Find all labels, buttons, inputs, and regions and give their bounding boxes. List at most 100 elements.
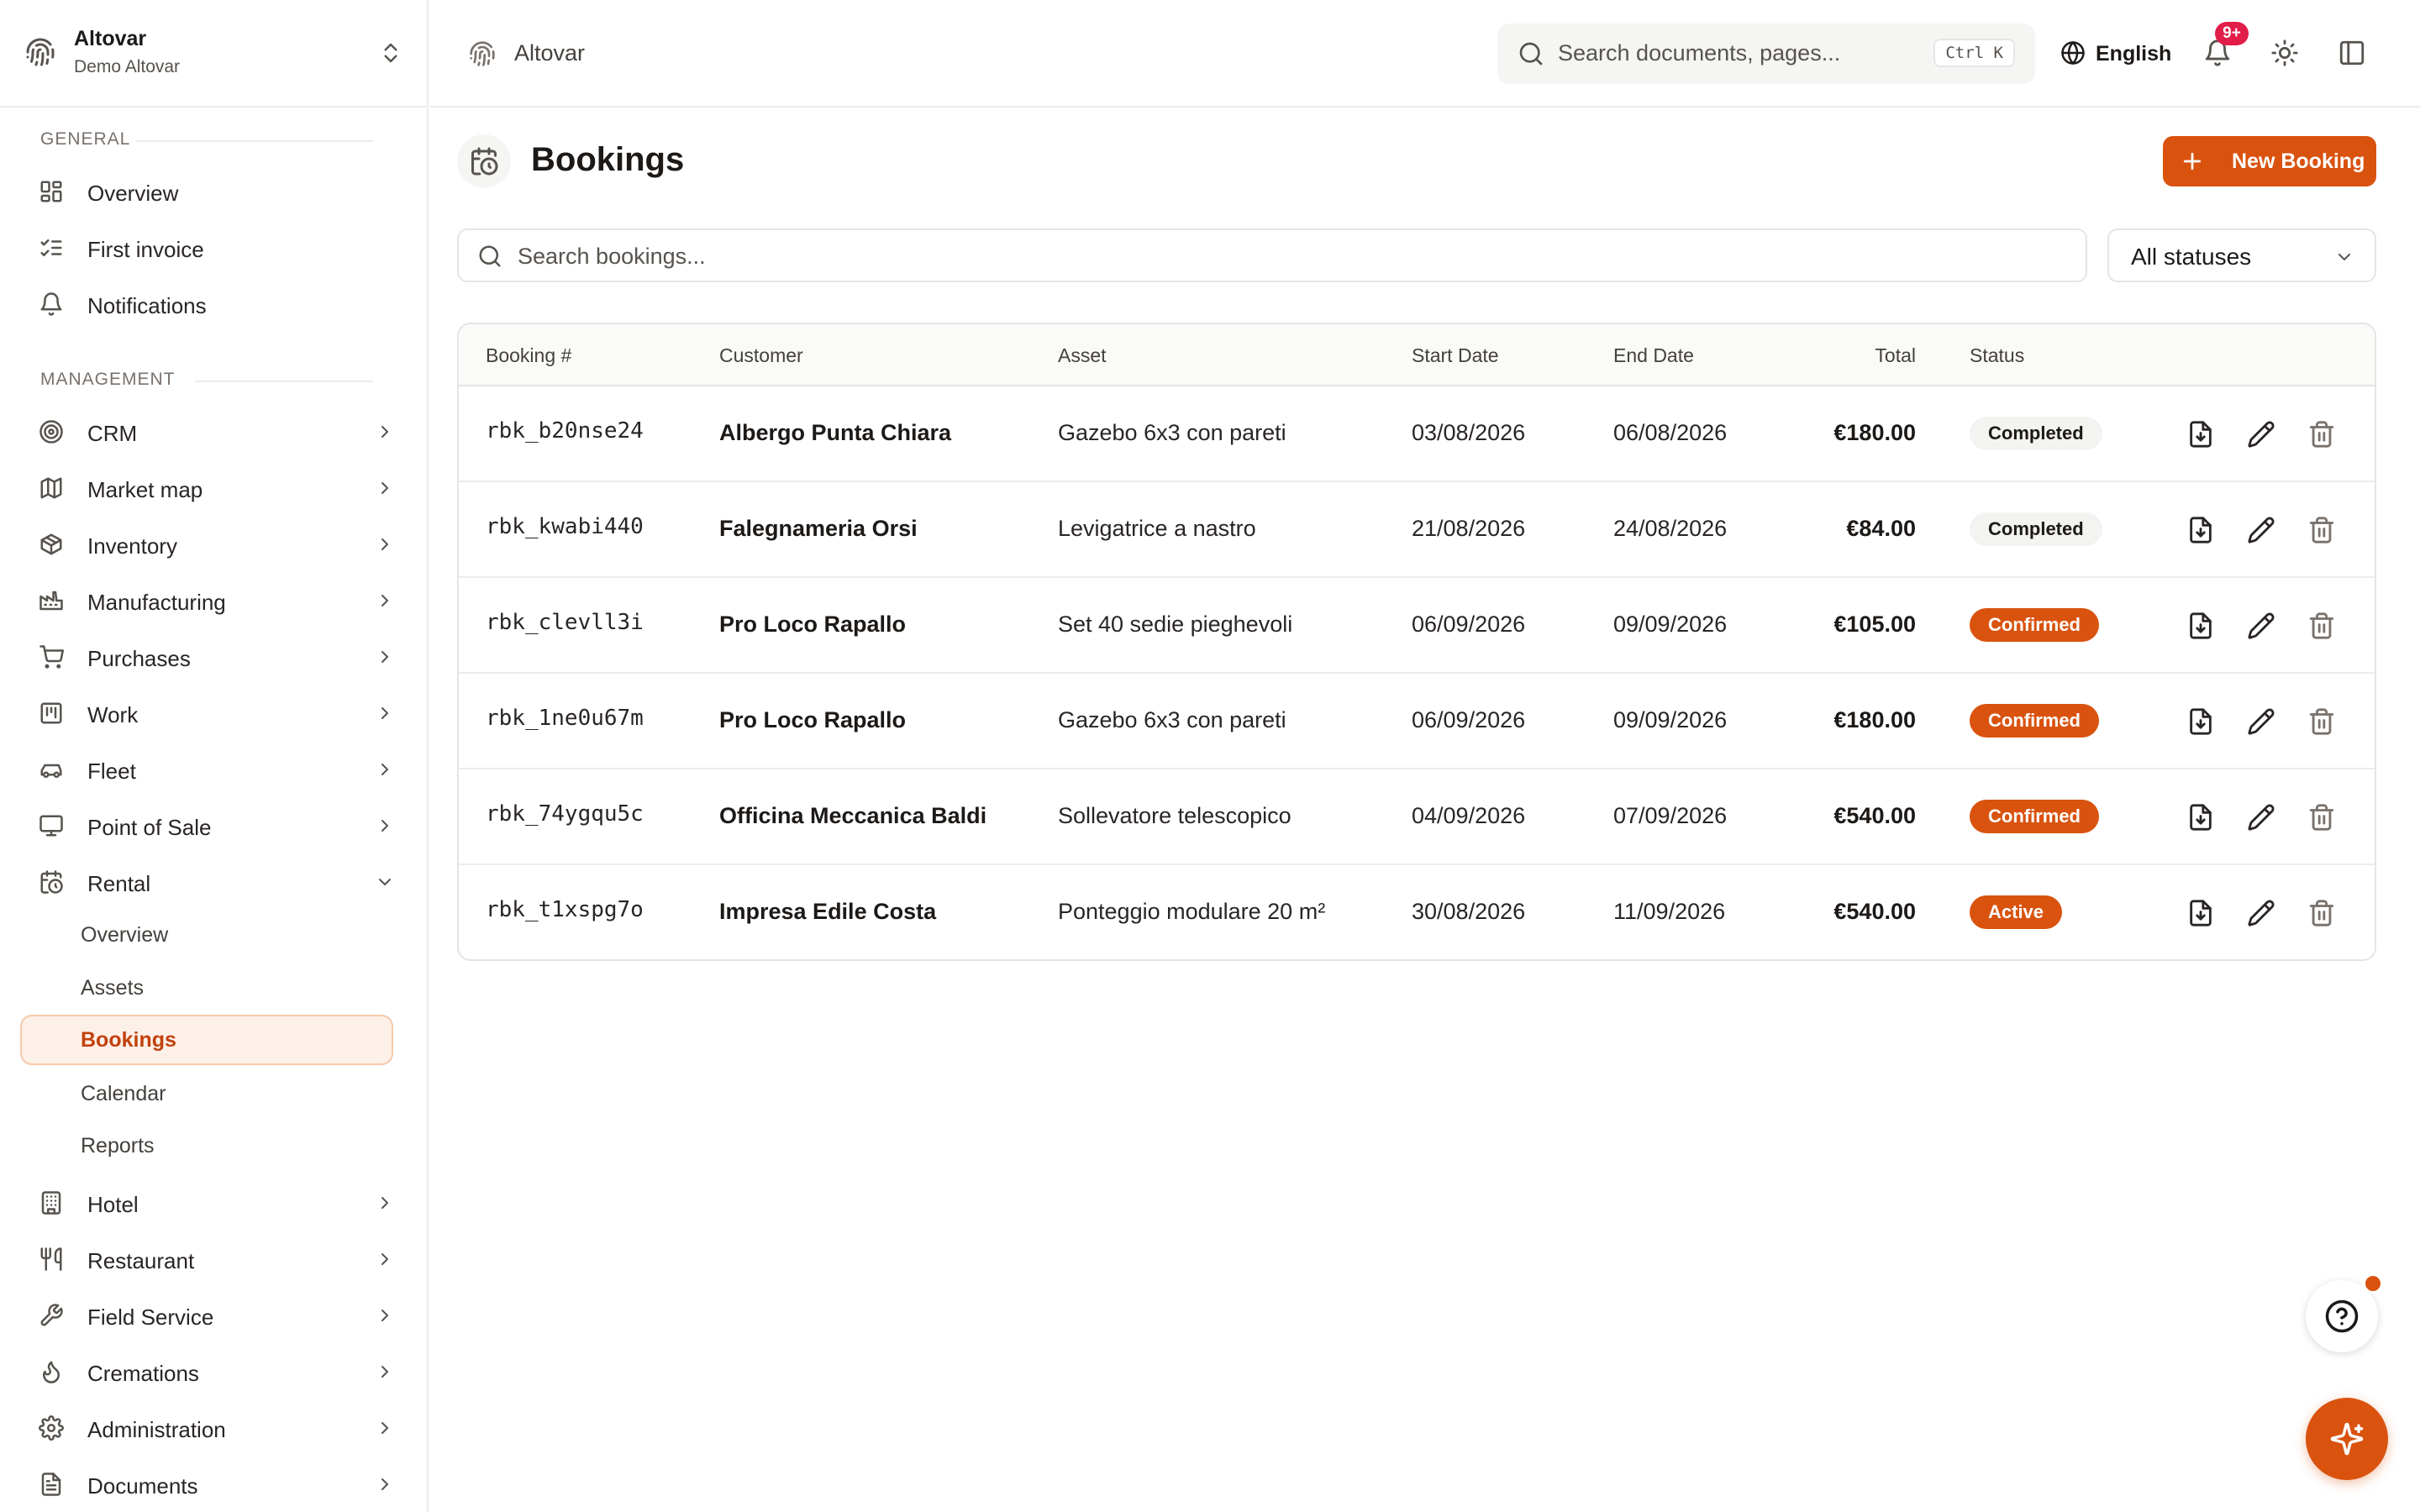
sidebar-subitem-overview[interactable]: Overview <box>20 910 393 960</box>
booking-id[interactable]: rbk_b20nse24 <box>486 418 644 444</box>
edit-button[interactable] <box>2247 516 2275 544</box>
download-document-icon <box>2190 804 2212 831</box>
edit-button[interactable] <box>2247 420 2275 449</box>
global-search-placeholder: Search documents, pages... <box>1558 40 1841 66</box>
sidebar-item-notifications[interactable]: Notifications <box>20 279 413 329</box>
sidebar-item-overview[interactable]: Overview <box>20 166 413 217</box>
sidebar-subitem-label: Calendar <box>81 1082 166 1105</box>
sidebar-item-first-invoice[interactable]: First invoice <box>20 223 413 273</box>
delete-button[interactable] <box>2307 899 2336 927</box>
table-row[interactable]: rbk_t1xspg7o Impresa Edile Costa Ponteggio… <box>459 865 2375 959</box>
delete-button[interactable] <box>2307 420 2336 449</box>
sidebar-item-label: Manufacturing <box>87 590 226 615</box>
download-button[interactable] <box>2186 420 2215 449</box>
sidebar-item-cremations[interactable]: Cremations <box>20 1347 413 1397</box>
sidebar-item-field-service[interactable]: Field Service <box>20 1290 413 1341</box>
chevron-right-icon <box>381 1422 388 1434</box>
search-icon <box>479 245 501 267</box>
header-customer[interactable]: Customer <box>719 344 803 367</box>
asset-name: Gazebo 6x3 con pareti <box>1058 420 1286 445</box>
pencil-icon <box>2248 517 2275 543</box>
sun-icon[interactable] <box>2270 39 2299 67</box>
pencil-icon <box>2248 421 2275 448</box>
calendar-clock-icon <box>40 870 63 894</box>
bookings-search[interactable] <box>457 228 2087 282</box>
checklist-icon <box>40 239 62 256</box>
header-total[interactable]: Total <box>1870 344 1916 367</box>
edit-button[interactable] <box>2247 612 2275 640</box>
kanban-icon <box>40 702 62 724</box>
sidebar-subitem-reports[interactable]: Reports <box>20 1121 393 1171</box>
booking-id[interactable]: rbk_kwabi440 <box>486 514 644 539</box>
table-row[interactable]: rbk_kwabi440 Falegnameria Orsi Levigatrice… <box>459 482 2375 578</box>
sidebar-item-inventory[interactable]: Inventory <box>20 519 413 570</box>
panel-toggle-icon[interactable] <box>2338 39 2366 67</box>
sidebar-item-work[interactable]: Work <box>20 688 413 738</box>
search-shortcut: Ctrl K <box>1933 39 2015 67</box>
page-title: Bookings <box>531 141 685 178</box>
header-booking[interactable]: Booking # <box>486 344 571 367</box>
sidebar-subitem-assets[interactable]: Assets <box>20 963 393 1013</box>
edit-button[interactable] <box>2247 803 2275 832</box>
sidebar-item-rental[interactable]: Rental <box>20 857 413 907</box>
download-button[interactable] <box>2186 612 2215 640</box>
delete-button[interactable] <box>2307 612 2336 640</box>
bell-icon <box>40 292 62 316</box>
booking-id[interactable]: rbk_74ygqu5c <box>486 801 644 827</box>
sidebar-item-hotel[interactable]: Hotel <box>20 1178 413 1228</box>
status-filter-select[interactable]: All statuses <box>2107 228 2376 282</box>
status-badge: Confirmed <box>1970 704 2099 738</box>
sidebar-item-restaurant[interactable]: Restaurant <box>20 1234 413 1284</box>
end-date: 24/08/2026 <box>1613 516 1728 541</box>
header-start-date[interactable]: Start Date <box>1412 344 1499 367</box>
download-button[interactable] <box>2186 899 2215 927</box>
sidebar-item-manufacturing[interactable]: Manufacturing <box>20 575 413 626</box>
car-icon <box>40 764 62 778</box>
language-label: English <box>2096 42 2172 66</box>
edit-button[interactable] <box>2247 899 2275 927</box>
header-asset[interactable]: Asset <box>1058 344 1107 367</box>
header-end-date[interactable]: End Date <box>1613 344 1694 367</box>
breadcrumb[interactable]: Altovar <box>514 40 585 66</box>
sidebar-item-administration[interactable]: Administration <box>20 1403 413 1453</box>
delete-button[interactable] <box>2307 803 2336 832</box>
sidebar-item-documents[interactable]: Documents <box>20 1459 413 1509</box>
ai-assistant-button[interactable] <box>2306 1398 2388 1480</box>
total-amount: €105.00 <box>1833 612 1916 637</box>
download-button[interactable] <box>2186 516 2215 544</box>
download-button[interactable] <box>2186 707 2215 736</box>
target-icon <box>39 420 63 444</box>
new-booking-button[interactable]: New Booking <box>2163 136 2376 186</box>
org-name: Altovar <box>74 27 147 50</box>
global-search[interactable]: Search documents, pages... Ctrl K <box>1497 24 2035 84</box>
sidebar-item-market-map[interactable]: Market map <box>20 463 413 513</box>
sidebar-item-point-of-sale[interactable]: Point of Sale <box>20 801 413 851</box>
chevron-down-icon <box>2338 254 2350 260</box>
sidebar-item-fleet[interactable]: Fleet <box>20 744 413 795</box>
sidebar-item-label: Hotel <box>87 1192 139 1217</box>
table-row[interactable]: rbk_74ygqu5c Officina Meccanica Baldi Soll… <box>459 769 2375 865</box>
sidebar-item-crm[interactable]: CRM <box>20 407 413 457</box>
org-switcher[interactable]: Altovar Demo Altovar <box>0 0 429 108</box>
booking-id[interactable]: rbk_clevll3i <box>486 610 644 635</box>
sidebar-subitem-bookings[interactable]: Bookings <box>20 1015 393 1065</box>
download-button[interactable] <box>2186 803 2215 832</box>
chevron-right-icon <box>381 1253 388 1265</box>
table-row[interactable]: rbk_b20nse24 Albergo Punta Chiara Gazebo 6… <box>459 386 2375 482</box>
sidebar-item-purchases[interactable]: Purchases <box>20 632 413 682</box>
sidebar-subitem-calendar[interactable]: Calendar <box>20 1068 393 1119</box>
table-row[interactable]: rbk_1ne0u67m Pro Loco Rapallo Gazebo 6x3 c… <box>459 674 2375 769</box>
sidebar-item-label: Point of Sale <box>87 815 212 840</box>
booking-id[interactable]: rbk_1ne0u67m <box>486 706 644 731</box>
utensils-icon <box>40 1247 62 1271</box>
bookings-search-input[interactable] <box>518 242 2030 270</box>
sidebar-item-label: Restaurant <box>87 1248 195 1273</box>
table-row[interactable]: rbk_clevll3i Pro Loco Rapallo Set 40 sedie… <box>459 578 2375 674</box>
edit-button[interactable] <box>2247 707 2275 736</box>
delete-button[interactable] <box>2307 516 2336 544</box>
booking-id[interactable]: rbk_t1xspg7o <box>486 897 644 922</box>
sidebar-item-label: Cremations <box>87 1361 199 1386</box>
header-status[interactable]: Status <box>1970 344 2024 367</box>
delete-button[interactable] <box>2307 707 2336 736</box>
sidebar-item-label: Purchases <box>87 646 191 671</box>
